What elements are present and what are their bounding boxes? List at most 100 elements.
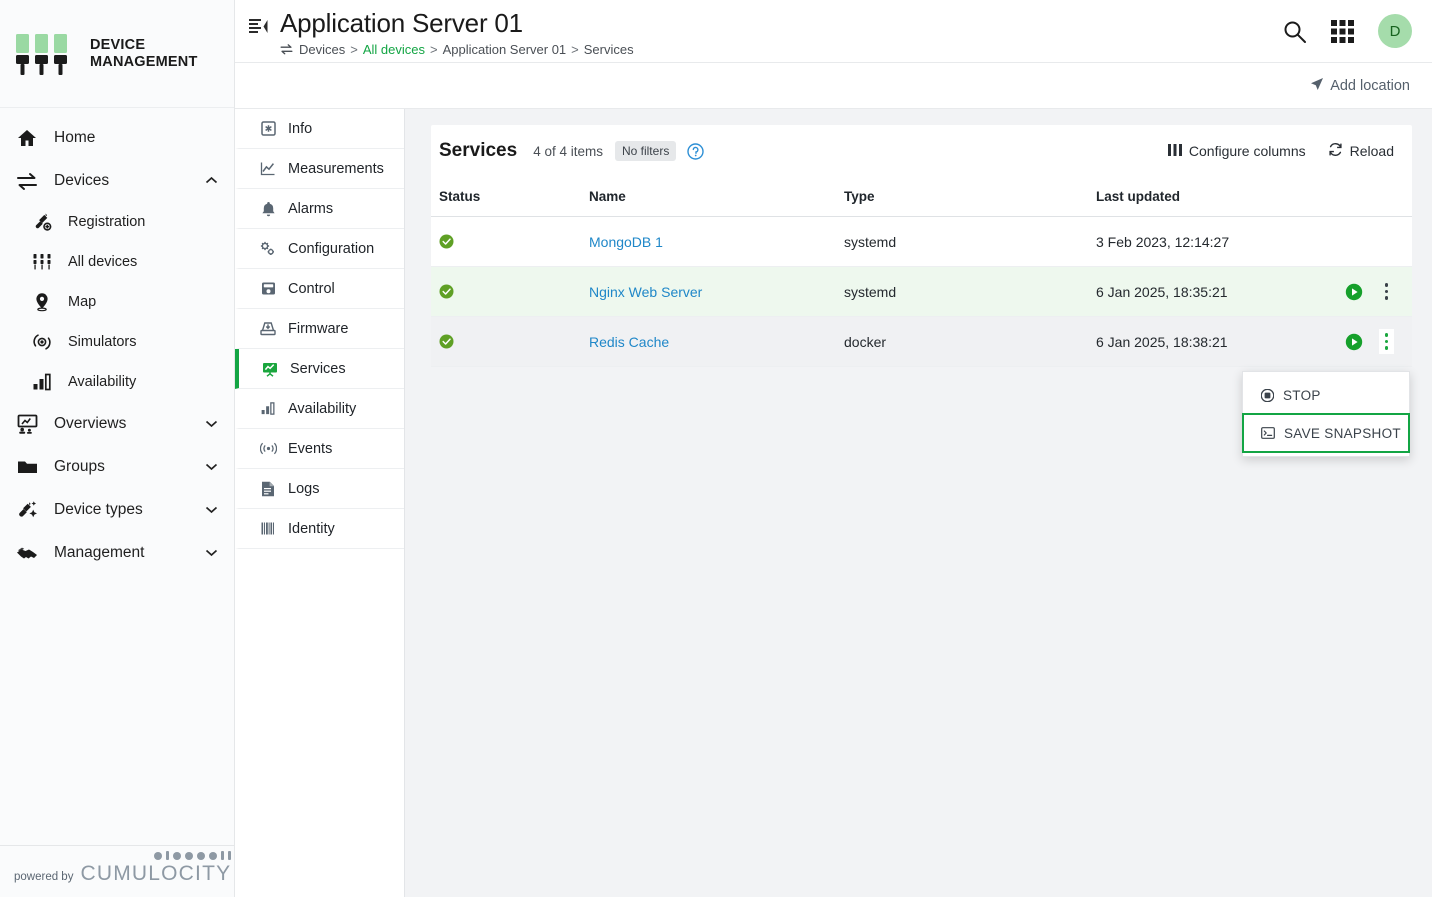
tab-measurements[interactable]: Measurements <box>235 149 404 189</box>
tab-services[interactable]: Services <box>235 349 404 389</box>
help-circle-icon[interactable] <box>687 143 704 160</box>
cumulocity-brand: CUMULOCITY <box>80 863 231 885</box>
chevron-down-icon[interactable] <box>205 548 218 557</box>
powered-by-label: powered by <box>14 871 73 885</box>
sidebar-item-management[interactable]: Management <box>0 531 234 574</box>
sidebar-item-devices[interactable]: Devices <box>0 159 234 202</box>
kebab-menu-icon[interactable] <box>1379 279 1395 304</box>
breadcrumb: Devices > All devices > Application Serv… <box>280 42 634 57</box>
cell-actions <box>1294 317 1412 367</box>
app-root: DEVICE MANAGEMENT Home Device <box>0 0 1432 897</box>
sidebar-item-map[interactable]: Map <box>16 282 234 322</box>
column-header-actions <box>1294 177 1412 217</box>
service-name-link[interactable]: Redis Cache <box>589 334 669 350</box>
tab-alarms-label: Alarms <box>288 201 333 217</box>
filters-badge[interactable]: No filters <box>615 141 676 161</box>
cell-last-updated: 6 Jan 2025, 18:38:21 <box>1088 317 1294 367</box>
sidebar-item-groups-label: Groups <box>54 458 191 476</box>
menu-item-save-snapshot[interactable]: SAVE SNAPSHOT <box>1243 414 1409 452</box>
header-right: D <box>1282 14 1412 48</box>
column-header-updated[interactable]: Last updated <box>1088 177 1294 217</box>
services-card: Services 4 of 4 items No filters <box>431 125 1412 367</box>
cell-type: systemd <box>836 217 1088 267</box>
cell-type: docker <box>836 317 1088 367</box>
add-location-button[interactable]: Add location <box>1310 77 1410 95</box>
sidebar-item-simulators-label: Simulators <box>68 334 218 350</box>
column-header-status[interactable]: Status <box>431 177 581 217</box>
folder-icon <box>14 457 40 477</box>
column-header-type[interactable]: Type <box>836 177 1088 217</box>
brand-title: DEVICE MANAGEMENT <box>90 37 198 70</box>
cell-last-updated: 3 Feb 2023, 12:14:27 <box>1088 217 1294 267</box>
brand-header[interactable]: DEVICE MANAGEMENT <box>0 0 234 108</box>
sidebar-subnav-devices: Registration All devices <box>0 202 234 402</box>
sidebar-item-groups[interactable]: Groups <box>0 445 234 488</box>
breadcrumb-device[interactable]: Application Server 01 <box>443 42 567 57</box>
row-action-group <box>1302 329 1404 354</box>
sidebar-item-devices-label: Devices <box>54 172 191 190</box>
sidebar-item-availability[interactable]: Availability <box>16 362 234 402</box>
table-row[interactable]: Nginx Web Server systemd 6 Jan 2025, 18:… <box>431 267 1412 317</box>
status-ok-check-icon <box>439 334 573 349</box>
cell-type: systemd <box>836 267 1088 317</box>
sidebar-item-all-devices[interactable]: All devices <box>16 242 234 282</box>
avatar[interactable]: D <box>1378 14 1412 48</box>
all-devices-icon <box>30 252 54 272</box>
sidebar-item-overviews-label: Overviews <box>54 415 191 433</box>
tab-info[interactable]: Info <box>235 109 404 149</box>
service-name-link[interactable]: Nginx Web Server <box>589 284 702 300</box>
map-pin-icon <box>30 292 54 312</box>
tab-services-label: Services <box>290 361 346 377</box>
breadcrumb-all-devices-link[interactable]: All devices <box>363 42 425 57</box>
cell-actions <box>1294 217 1412 267</box>
menu-item-stop-label: STOP <box>1283 388 1321 403</box>
sidebar-footer: powered by CUMULOCITY <box>0 845 234 897</box>
services-card-header: Services 4 of 4 items No filters <box>431 125 1412 177</box>
tab-logs[interactable]: Logs <box>235 469 404 509</box>
tab-identity-label: Identity <box>288 521 335 537</box>
play-circle-icon[interactable] <box>1345 333 1363 351</box>
tab-events[interactable]: Events <box>235 429 404 469</box>
availability-bars-icon <box>30 372 54 392</box>
sidebar-item-device-types-label: Device types <box>54 501 191 519</box>
service-name-link[interactable]: MongoDB 1 <box>589 234 663 250</box>
sidebar-item-home[interactable]: Home <box>0 116 234 159</box>
device-plugs-logo <box>12 30 80 78</box>
measurements-chart-icon <box>259 161 277 176</box>
tab-identity[interactable]: Identity <box>235 509 404 549</box>
sidebar-item-simulators[interactable]: Simulators <box>16 322 234 362</box>
configure-columns-button[interactable]: Configure columns <box>1168 143 1306 159</box>
column-header-name[interactable]: Name <box>581 177 836 217</box>
menu-item-stop[interactable]: STOP <box>1243 376 1409 414</box>
table-row[interactable]: MongoDB 1 systemd 3 Feb 2023, 12:14:27 <box>431 217 1412 267</box>
tab-availability[interactable]: Availability <box>235 389 404 429</box>
table-header-row: Status Name Type Last updated <box>431 177 1412 217</box>
table-row[interactable]: Redis Cache docker 6 Jan 2025, 18:38:21 <box>431 317 1412 367</box>
cell-status <box>431 317 581 367</box>
breadcrumb-root[interactable]: Devices <box>299 42 345 57</box>
tab-configuration[interactable]: Configuration <box>235 229 404 269</box>
tab-alarms[interactable]: Alarms <box>235 189 404 229</box>
chevron-down-icon[interactable] <box>205 419 218 428</box>
top-header: Application Server 01 Devices > All devi… <box>235 0 1432 63</box>
play-circle-icon[interactable] <box>1345 283 1363 301</box>
search-icon[interactable] <box>1282 19 1307 44</box>
reload-button[interactable]: Reload <box>1328 142 1394 160</box>
kebab-menu-icon[interactable] <box>1379 329 1395 354</box>
identity-barcode-icon <box>259 521 277 536</box>
sidebar-item-registration-label: Registration <box>68 214 218 230</box>
sidebar-item-device-types[interactable]: Device types <box>0 488 234 531</box>
app-switcher-grid-icon[interactable] <box>1331 20 1354 43</box>
sidebar-item-overviews[interactable]: Overviews <box>0 402 234 445</box>
sidebar-item-management-label: Management <box>54 544 191 562</box>
tab-control[interactable]: Control <box>235 269 404 309</box>
sidebar-item-registration[interactable]: Registration <box>16 202 234 242</box>
chevron-down-icon[interactable] <box>205 505 218 514</box>
tab-firmware-label: Firmware <box>288 321 348 337</box>
tab-firmware[interactable]: Firmware <box>235 309 404 349</box>
chevron-down-icon[interactable] <box>205 462 218 471</box>
collapse-panel-icon[interactable] <box>249 5 268 40</box>
services-table: Status Name Type Last updated <box>431 177 1412 367</box>
chevron-up-icon[interactable] <box>205 176 218 185</box>
device-tab-rail: Info Measurements <box>235 109 405 897</box>
